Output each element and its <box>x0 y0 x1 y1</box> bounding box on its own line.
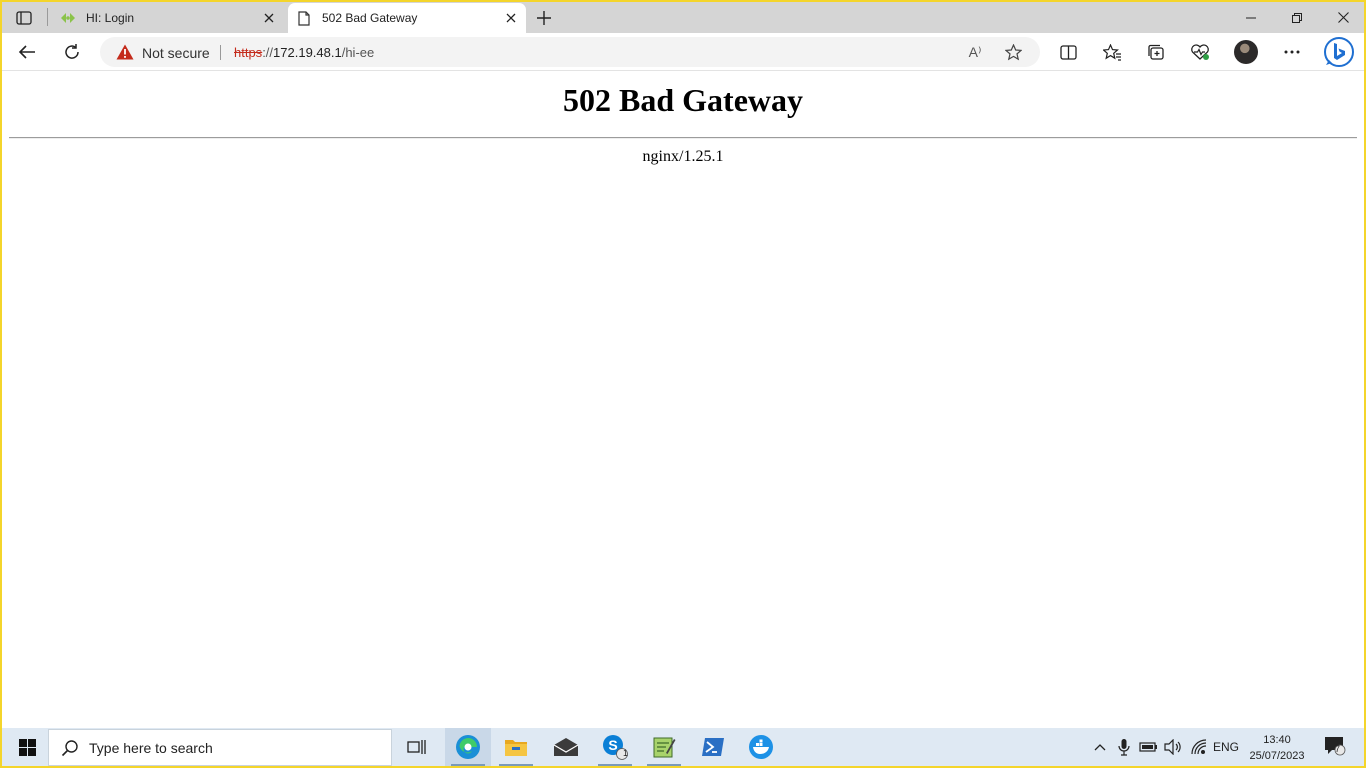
warning-icon <box>116 44 134 60</box>
close-tab-icon[interactable] <box>500 7 522 29</box>
new-tab-button[interactable] <box>532 6 556 30</box>
bing-chat-button[interactable] <box>1322 35 1356 69</box>
browser-essentials-button[interactable] <box>1185 37 1215 67</box>
refresh-button[interactable] <box>57 37 87 67</box>
more-horizontal-icon <box>1284 50 1300 54</box>
browser-toolbar: Not secure https://172.19.48.1/hi-ee A⁾ <box>2 33 1364 71</box>
taskbar: Type here to search S 1 ENG 13:40 25/07/… <box>2 728 1364 766</box>
url-host: 172.19.48.1 <box>273 45 342 60</box>
address-bar[interactable]: Not secure https://172.19.48.1/hi-ee A⁾ <box>100 37 1040 67</box>
refresh-icon <box>65 44 79 59</box>
screen: HI: Login 502 Bad Gateway Not secure htt… <box>2 2 1364 766</box>
url-separator: :// <box>262 45 274 60</box>
search-icon <box>61 740 78 757</box>
plus-icon <box>537 11 551 25</box>
skype-badge: 1 <box>623 748 629 758</box>
language-indicator[interactable]: ENG <box>1210 737 1242 757</box>
clock[interactable]: 13:40 25/07/2023 <box>1242 732 1312 764</box>
tab-strip: HI: Login 502 Bad Gateway <box>2 2 1364 33</box>
page-content: 502 Bad Gateway nginx/1.25.1 <box>2 72 1364 728</box>
file-explorer-icon <box>505 740 527 756</box>
svg-text:S: S <box>608 737 617 753</box>
microphone-button[interactable] <box>1114 737 1134 757</box>
battery-button[interactable] <box>1138 737 1160 757</box>
settings-more-button[interactable] <box>1277 37 1307 67</box>
skype-button[interactable]: S 1 <box>592 728 638 766</box>
security-label[interactable]: Not secure <box>142 45 210 61</box>
docker-icon <box>749 735 773 759</box>
url-text[interactable]: https://172.19.48.1/hi-ee <box>234 45 374 60</box>
file-explorer-button[interactable] <box>493 728 539 766</box>
collections-icon <box>1148 44 1164 60</box>
error-heading: 502 Bad Gateway <box>563 82 803 118</box>
mail-button[interactable] <box>543 728 589 766</box>
heart-pulse-icon <box>1191 43 1209 60</box>
active-app-indicator <box>451 764 485 766</box>
microphone-icon <box>1118 739 1130 756</box>
task-view-button[interactable] <box>394 728 440 766</box>
tab-title: HI: Login <box>86 11 135 25</box>
active-app-indicator <box>598 764 632 766</box>
edge-icon <box>456 735 480 759</box>
bing-icon <box>1324 37 1354 67</box>
speaker-icon <box>1164 739 1181 755</box>
active-app-indicator <box>647 764 681 766</box>
avatar <box>1234 40 1258 64</box>
tab-actions-icon <box>16 11 32 25</box>
notepad-button[interactable] <box>641 728 687 766</box>
minimize-button[interactable] <box>1228 2 1274 33</box>
search-placeholder: Type here to search <box>89 740 213 756</box>
favorites-button[interactable] <box>1097 37 1127 67</box>
notifications-button[interactable]: 7 <box>1322 736 1348 756</box>
show-hidden-icons-button[interactable] <box>1090 737 1110 757</box>
tab-title: 502 Bad Gateway <box>322 11 418 25</box>
mail-icon <box>553 738 579 756</box>
task-view-icon <box>407 740 426 754</box>
restore-button[interactable] <box>1274 2 1320 33</box>
clock-time: 13:40 <box>1263 734 1291 746</box>
taskbar-search[interactable]: Type here to search <box>48 729 392 766</box>
back-button[interactable] <box>12 37 42 67</box>
volume-button[interactable] <box>1162 737 1184 757</box>
read-aloud-icon[interactable]: A⁾ <box>962 41 988 63</box>
collections-button[interactable] <box>1141 37 1171 67</box>
url-scheme: https <box>234 45 263 60</box>
minimize-icon <box>1246 17 1256 18</box>
close-window-button[interactable] <box>1320 2 1364 33</box>
close-icon <box>1337 12 1349 23</box>
battery-plug-icon <box>1139 742 1157 752</box>
close-tab-icon[interactable] <box>258 7 280 29</box>
notifications-badge: 7 <box>1335 744 1341 754</box>
server-signature: nginx/1.25.1 <box>642 148 724 165</box>
address-divider <box>220 45 221 60</box>
leaf-icon <box>60 10 76 26</box>
edge-taskbar-button[interactable] <box>445 728 491 766</box>
page-icon <box>296 10 312 26</box>
star-icon <box>1004 43 1022 60</box>
windows-logo-icon <box>18 738 36 756</box>
tab-divider <box>47 8 48 26</box>
split-screen-icon <box>1059 44 1077 60</box>
network-button[interactable] <box>1188 737 1210 757</box>
arrow-left-icon <box>18 45 35 59</box>
active-app-indicator <box>499 764 533 766</box>
tab-actions-button[interactable] <box>10 8 38 28</box>
powershell-button[interactable] <box>690 728 736 766</box>
profile-button[interactable] <box>1231 37 1261 67</box>
url-path: /hi-ee <box>341 45 375 60</box>
notepad-icon <box>653 737 676 758</box>
docker-button[interactable] <box>738 728 784 766</box>
tab-502-bad-gateway[interactable]: 502 Bad Gateway <box>288 3 526 33</box>
clock-date: 25/07/2023 <box>1249 750 1305 762</box>
favorites-star-icon <box>1102 43 1121 61</box>
wifi-icon <box>1191 739 1207 755</box>
start-button[interactable] <box>6 728 48 766</box>
add-favorite-button[interactable] <box>1000 41 1026 63</box>
chevron-up-icon <box>1094 744 1106 751</box>
horizontal-rule <box>9 137 1357 139</box>
powershell-icon <box>702 738 724 756</box>
split-screen-button[interactable] <box>1053 37 1083 67</box>
restore-icon <box>1292 12 1302 23</box>
tab-hi-login[interactable]: HI: Login <box>52 3 284 33</box>
